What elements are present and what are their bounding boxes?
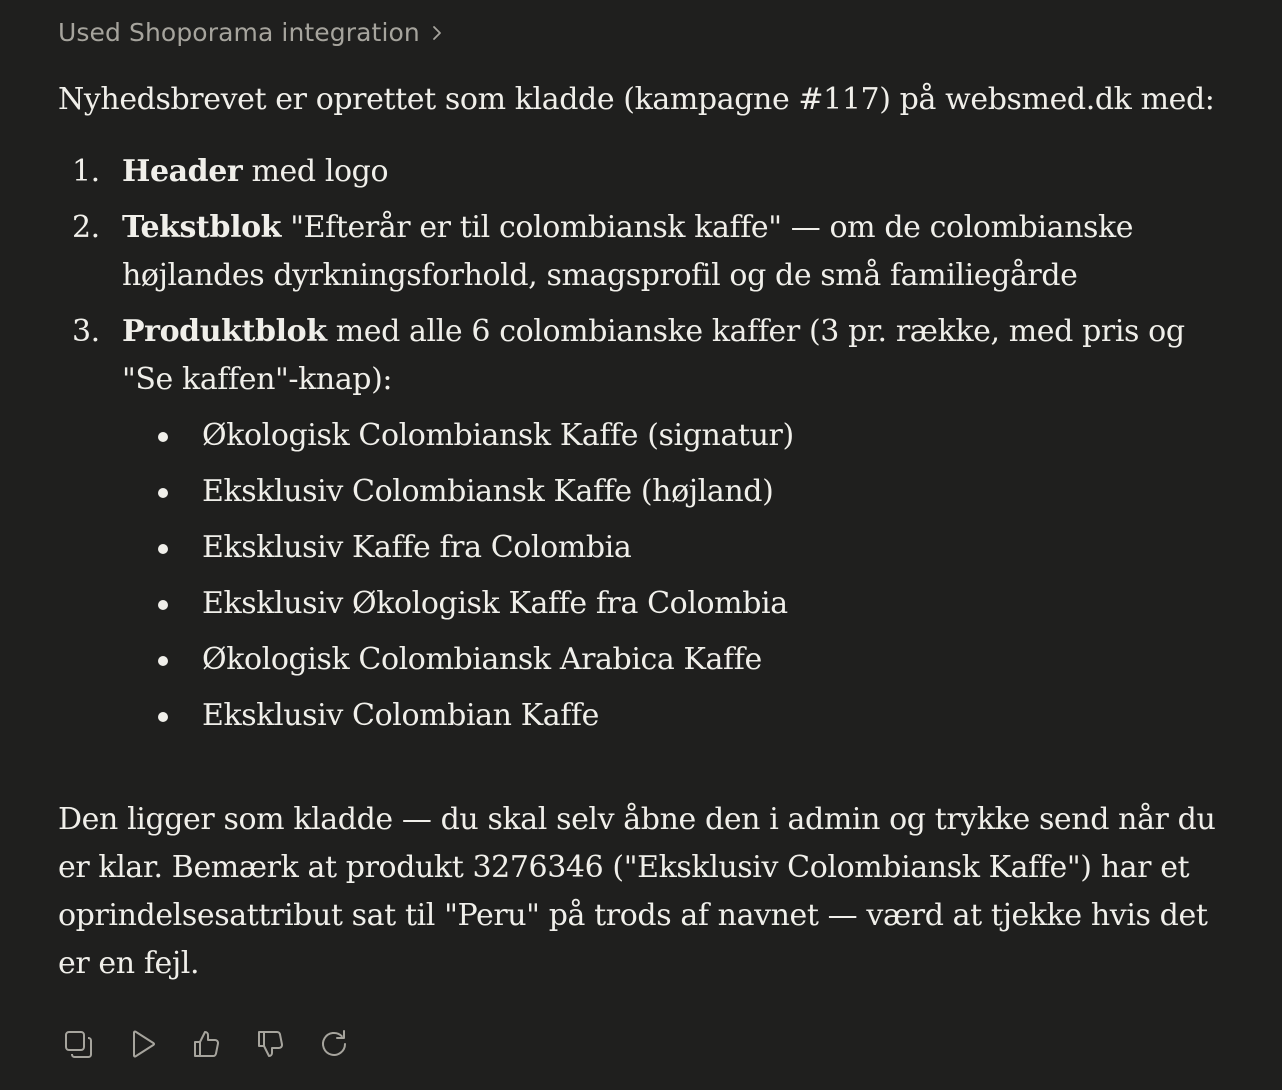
thumbs-down-icon: [254, 1028, 286, 1060]
bullet-icon: [158, 544, 168, 554]
bullet-icon: [158, 656, 168, 666]
play-icon: [126, 1028, 158, 1060]
retry-icon: [318, 1028, 350, 1060]
thumbs-up-button[interactable]: [186, 1024, 226, 1064]
product-name: Eksklusiv Colombiansk Kaffe (højland): [202, 474, 774, 509]
read-aloud-button[interactable]: [122, 1024, 162, 1064]
bullet-icon: [158, 712, 168, 722]
ordered-list-item: 3. Produktblok med alle 6 colombianske k…: [58, 308, 1228, 404]
product-name: Eksklusiv Økologisk Kaffe fra Colombia: [202, 586, 788, 621]
product-name: Eksklusiv Colombian Kaffe: [202, 698, 599, 733]
product-name: Økologisk Colombiansk Kaffe (signatur): [202, 418, 794, 453]
list-item-title: Header: [122, 154, 243, 189]
ordered-list-item: 2. Tekstblok "Efterår er til colombiansk…: [58, 204, 1228, 300]
bullet-icon: [158, 600, 168, 610]
product-list-item: Eksklusiv Økologisk Kaffe fra Colombia: [58, 580, 1228, 628]
ordered-list-item: 1. Header med logo: [58, 148, 1228, 196]
list-item-text: med logo: [242, 154, 389, 189]
thumbs-down-button[interactable]: [250, 1024, 290, 1064]
list-number: 1.: [72, 154, 100, 189]
message-actions: [58, 1024, 354, 1064]
outro-paragraph: Den ligger som kladde — du skal selv åbn…: [58, 802, 1216, 981]
copy-button[interactable]: [58, 1024, 98, 1064]
chevron-right-icon: [430, 25, 444, 41]
product-list-item: Eksklusiv Kaffe fra Colombia: [58, 524, 1228, 572]
bullet-icon: [158, 488, 168, 498]
list-number: 2.: [72, 210, 100, 245]
product-list-item: Økologisk Colombiansk Kaffe (signatur): [58, 412, 1228, 460]
thumbs-up-icon: [190, 1028, 222, 1060]
product-name: Økologisk Colombiansk Arabica Kaffe: [202, 642, 762, 677]
product-list-item: Eksklusiv Colombiansk Kaffe (højland): [58, 468, 1228, 516]
tool-use-label: Used Shoporama integration: [58, 18, 420, 47]
retry-button[interactable]: [314, 1024, 354, 1064]
product-list-item: Eksklusiv Colombian Kaffe: [58, 692, 1228, 740]
tool-use-toggle[interactable]: Used Shoporama integration: [58, 18, 444, 47]
product-name: Eksklusiv Kaffe fra Colombia: [202, 530, 632, 565]
intro-paragraph: Nyhedsbrevet er oprettet som kladde (kam…: [58, 82, 1215, 117]
copy-icon: [62, 1028, 94, 1060]
list-item-title: Produktblok: [122, 314, 327, 349]
bullet-icon: [158, 432, 168, 442]
list-item-title: Tekstblok: [122, 210, 282, 245]
product-list-item: Økologisk Colombiansk Arabica Kaffe: [58, 636, 1228, 684]
list-number: 3.: [72, 314, 100, 349]
